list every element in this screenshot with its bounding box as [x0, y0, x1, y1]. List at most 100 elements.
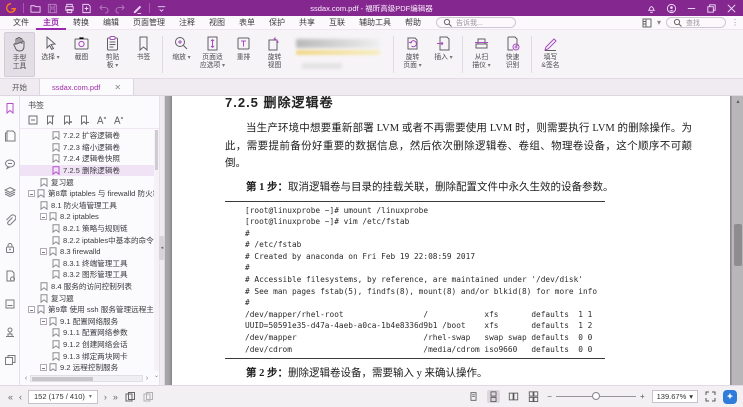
attachments-panel-icon[interactable]: [4, 214, 16, 226]
stamps-panel-icon[interactable]: [4, 326, 16, 338]
bookmark-item[interactable]: 8.3.1 终端管理工具: [20, 258, 154, 270]
bookmark-item[interactable]: 9.2 远程控制服务: [20, 362, 154, 371]
menu-tab[interactable]: 文件: [6, 16, 36, 30]
bookmark-item[interactable]: 7.2.5 删除逻辑卷: [20, 165, 154, 177]
hand-tool-button[interactable]: 手型 工具: [4, 32, 35, 77]
bookmark-horizontal-scrollbar[interactable]: ‹ ›: [22, 374, 151, 383]
zoom-slider-knob[interactable]: [592, 392, 600, 400]
menu-tab[interactable]: 主页: [36, 16, 66, 30]
collapse-toggle-icon[interactable]: [40, 318, 47, 325]
signatures-panel-icon[interactable]: [4, 270, 16, 282]
bookmark-item[interactable]: 9.1.2 创建网络会话: [20, 339, 154, 351]
bookmark-item[interactable]: 8.2.1 策略与规则链: [20, 223, 154, 235]
bookmark-button[interactable]: 书签: [128, 32, 159, 77]
snapshot-button[interactable]: 截图: [66, 32, 97, 77]
page-dropdown-caret-icon[interactable]: ▾: [89, 393, 92, 400]
menu-tab[interactable]: 共享: [292, 16, 322, 30]
next-page-button[interactable]: ›: [104, 392, 107, 402]
open-file-icon[interactable]: [30, 3, 41, 14]
share-document-icon[interactable]: [81, 3, 92, 14]
bookmark-item[interactable]: 复习题: [20, 176, 154, 188]
previous-page-button[interactable]: ‹: [19, 392, 22, 402]
sign-pen-icon[interactable]: [132, 3, 143, 14]
zoom-dropdown-caret-icon[interactable]: ▾: [689, 392, 693, 401]
delete-bookmark-icon[interactable]: [79, 115, 89, 125]
bookmark-item[interactable]: 7.2.3 缩小逻辑卷: [20, 142, 154, 154]
linked-files-panel-icon[interactable]: [4, 354, 16, 366]
collapse-toggle-icon[interactable]: [40, 364, 47, 371]
tab-start[interactable]: 开始: [0, 79, 40, 95]
menu-tab[interactable]: 帮助: [398, 16, 428, 30]
menu-tab[interactable]: 辅助工具: [352, 16, 398, 30]
bookmark-item[interactable]: 8.2.2 iptables中基本的命令: [20, 234, 154, 246]
viewer-vertical-scrollbar[interactable]: ▴: [731, 96, 743, 385]
reflow-button[interactable]: 重排: [228, 32, 259, 77]
insert-page-button[interactable]: 插入: [428, 32, 459, 77]
bookmark-item[interactable]: 8.3 firewalld: [20, 246, 154, 258]
collapse-toggle-icon[interactable]: [40, 213, 47, 220]
comments-panel-icon[interactable]: [4, 158, 16, 170]
collapse-toggle-icon[interactable]: [40, 248, 47, 255]
collapse-all-icon[interactable]: [28, 115, 38, 125]
close-button[interactable]: [726, 3, 737, 14]
bookmark-item[interactable]: 7.2.2 扩容逻辑卷: [20, 130, 154, 142]
fit-page-options-button[interactable]: 页面适 应选项: [197, 32, 228, 77]
scroll-right-icon[interactable]: ›: [143, 375, 151, 382]
zoom-slider[interactable]: − +: [547, 392, 644, 401]
page-layout-alt-icon[interactable]: [142, 391, 154, 403]
menu-tab[interactable]: 页面管理: [126, 16, 172, 30]
continuous-view-icon[interactable]: [487, 390, 500, 403]
close-tab-icon[interactable]: ✕: [114, 83, 121, 92]
scroll-left-icon[interactable]: ‹: [22, 375, 30, 382]
bookmark-item[interactable]: 9.1.1 配置网络参数: [20, 327, 154, 339]
bookmark-item[interactable]: 8.1 防火墙管理工具: [20, 200, 154, 212]
bookmark-item[interactable]: 9.1 配置网络服务: [20, 316, 154, 328]
ai-assistant-icon[interactable]: ✦: [723, 390, 737, 404]
undo-icon[interactable]: [98, 3, 109, 14]
increase-text-size-icon[interactable]: [96, 115, 106, 125]
zoom-button[interactable]: 缩放: [166, 32, 197, 77]
bookmark-item[interactable]: 8.4 服务的访问控制列表: [20, 281, 154, 293]
decrease-text-size-icon[interactable]: [113, 115, 123, 125]
zoom-value-box[interactable]: 139.67% ▾: [652, 390, 698, 403]
bookmark-item[interactable]: 复习题: [20, 292, 154, 304]
redo-icon[interactable]: [115, 3, 126, 14]
last-page-button[interactable]: »: [113, 392, 118, 402]
bookmark-item[interactable]: 第8章 iptables 与 firewalld 防火墙: [20, 188, 154, 200]
security-panel-icon[interactable]: [4, 242, 16, 254]
bookmark-item[interactable]: 9.1.3 绑定两块网卡: [20, 350, 154, 362]
dropdown-caret-icon[interactable]: ▾: [657, 18, 661, 27]
bookmark-item[interactable]: 第9章 使用 ssh 服务管理远程主机: [20, 304, 154, 316]
menu-tab[interactable]: 视图: [202, 16, 232, 30]
menu-tab[interactable]: 互联: [322, 16, 352, 30]
customize-toolbar-icon[interactable]: [156, 3, 167, 14]
fill-sign-button[interactable]: 填写 &签名: [535, 32, 566, 77]
fields-panel-icon[interactable]: [4, 298, 16, 310]
restore-button[interactable]: [706, 3, 717, 14]
collapse-toggle-icon[interactable]: [28, 306, 35, 313]
tab-document[interactable]: ssdax.com.pdf ✕: [40, 79, 134, 95]
quick-recognize-button[interactable]: 快速 识别: [497, 32, 528, 77]
first-page-button[interactable]: «: [8, 392, 13, 402]
menu-tab[interactable]: 保护: [262, 16, 292, 30]
single-page-view-icon[interactable]: [467, 390, 480, 403]
tell-me-search[interactable]: 告诉我...: [436, 17, 516, 28]
menu-tab[interactable]: 表单: [232, 16, 262, 30]
select-tool-button[interactable]: 选择: [35, 32, 66, 77]
notification-bell-icon[interactable]: [646, 3, 657, 14]
bookmark-item[interactable]: 7.2.4 逻辑卷快照: [20, 153, 154, 165]
zoom-out-icon[interactable]: −: [547, 392, 552, 401]
from-scanner-button[interactable]: 从扫 描仪: [466, 32, 497, 77]
clipboard-button[interactable]: 剪贴 板: [97, 32, 128, 77]
minimize-button[interactable]: [686, 3, 697, 14]
sidebar-toggle-icon[interactable]: [642, 18, 652, 28]
find-search[interactable]: 查找: [666, 17, 726, 28]
pdf-viewer[interactable]: 7.2.5 删除逻辑卷 当生产环境中想要重新部署 LVM 或者不再需要使用 LV…: [165, 96, 743, 385]
collapse-toggle-icon[interactable]: [28, 190, 35, 197]
save-icon[interactable]: [47, 3, 58, 14]
page-layout-icon[interactable]: [124, 391, 136, 403]
bookmark-item[interactable]: 8.2 iptables: [20, 211, 154, 223]
layers-panel-icon[interactable]: [4, 186, 16, 198]
print-icon[interactable]: [64, 3, 75, 14]
fullscreen-icon[interactable]: [705, 391, 716, 402]
